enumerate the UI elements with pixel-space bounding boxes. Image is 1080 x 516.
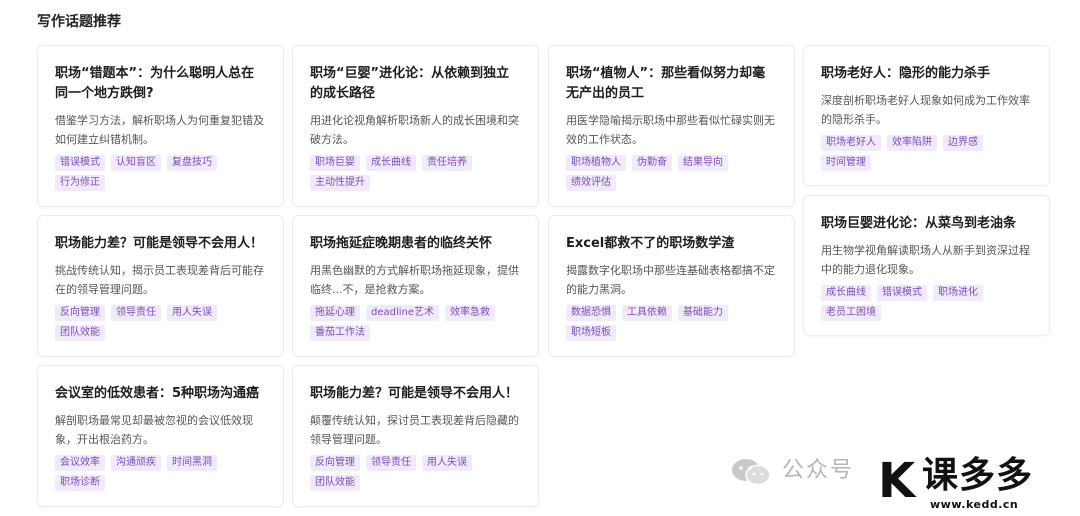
tag[interactable]: 反向管理: [310, 455, 360, 471]
tag[interactable]: 拖延心理: [310, 305, 360, 321]
card-title: 会议室的低效患者：5种职场沟通癌: [55, 386, 260, 401]
watermark-platform-text: 公众号: [782, 458, 855, 483]
tag-list: 职场老好人 效率陷阱 边界感 时间管理: [821, 135, 1033, 171]
topic-card[interactable]: 职场“错题本”：为什么聪明人总在同一个地方跌倒? 借鉴学习方法，解析职场人为何重…: [37, 45, 284, 207]
tag[interactable]: 效率急救: [445, 305, 496, 321]
tag[interactable]: 成长曲线: [821, 285, 871, 301]
tag[interactable]: 时间黑洞: [167, 455, 217, 471]
tag[interactable]: 职场进化: [933, 285, 983, 301]
tag[interactable]: 反向管理: [55, 305, 105, 321]
topic-card[interactable]: 职场“巨婴”进化论：从依赖到独立的成长路径 用进化论视角解析职场新人的成长困境和…: [292, 45, 539, 207]
topic-card[interactable]: 职场能力差？可能是领导不会用人！ 挑战传统认知，揭示员工表现差背后可能存在的领导…: [37, 215, 284, 357]
tag[interactable]: 主动性提升: [310, 175, 370, 191]
tag-list: 数据恐惧 工具依赖 基础能力 职场短板: [566, 305, 778, 341]
tag[interactable]: 伪勤奋: [632, 155, 672, 171]
tag[interactable]: 数据恐惧: [566, 305, 616, 321]
kedd-logo-mark: K: [878, 453, 916, 509]
topic-card[interactable]: 职场老好人：隐形的能力杀手 深度剖析职场老好人现象如何成为工作效率的隐形杀手。 …: [803, 45, 1050, 186]
tag-list: 成长曲线 错误模式 职场进化 老员工困境: [821, 285, 1033, 321]
card-description: 用黑色幽默的方式解析职场拖延现象，提供临终...不，是抢救方案。: [310, 264, 519, 296]
card-title: 职场“植物人”：那些看似努力却毫无产出的员工: [566, 66, 766, 101]
tag[interactable]: 会议效率: [55, 455, 105, 471]
tag[interactable]: 职场诊断: [55, 475, 105, 491]
tag[interactable]: 职场老好人: [821, 135, 881, 151]
tag[interactable]: 沟通顽疾: [111, 455, 161, 471]
card-description: 揭露数字化职场中那些连基础表格都搞不定的能力黑洞。: [566, 264, 775, 296]
tag[interactable]: 职场短板: [566, 325, 616, 341]
card-title: 职场巨婴进化论：从菜鸟到老油条: [821, 216, 1017, 231]
tag[interactable]: 用人失误: [167, 305, 217, 321]
tag[interactable]: 认知盲区: [111, 155, 161, 171]
tag-list: 反向管理 领导责任 用人失误 团队效能: [310, 455, 522, 491]
card-title: Excel都救不了的职场数学渣: [566, 236, 735, 251]
kedd-logo-text: 课多多: [922, 455, 1034, 496]
tag[interactable]: 边界感: [943, 135, 983, 151]
tag[interactable]: 工具依赖: [622, 305, 672, 321]
tag-list: 错误模式 认知盲区 复盘技巧 行为修正: [55, 155, 267, 191]
tag[interactable]: 职场植物人: [566, 155, 626, 171]
tag-list: 拖延心理 deadline艺术 效率急救 番茄工作法: [310, 305, 522, 341]
card-description: 挑战传统认知，揭示员工表现差背后可能存在的领导管理问题。: [55, 264, 264, 296]
card-title: 职场能力差？可能是领导不会用人！: [55, 236, 264, 251]
card-title: 职场老好人：隐形的能力杀手: [821, 66, 991, 81]
section-title: 写作话题推荐: [37, 14, 121, 30]
card-description: 解剖职场最常见却最被忽视的会议低效现象，开出根治药方。: [55, 414, 253, 446]
topic-card[interactable]: 职场巨婴进化论：从菜鸟到老油条 用生物学视角解读职场人从新手到资深过程中的能力退…: [803, 195, 1050, 336]
tag[interactable]: 领导责任: [366, 455, 416, 471]
tag[interactable]: 职场巨婴: [310, 155, 360, 171]
tag[interactable]: 错误模式: [877, 285, 927, 301]
tag-list: 职场植物人 伪勤奋 结果导向 绩效评估: [566, 155, 778, 191]
tag-list: 反向管理 领导责任 用人失误 团队效能: [55, 305, 267, 341]
tag[interactable]: 结果导向: [678, 155, 728, 171]
tag[interactable]: 用人失误: [422, 455, 472, 471]
tag[interactable]: 团队效能: [310, 475, 360, 491]
tag[interactable]: 基础能力: [678, 305, 728, 321]
topic-card[interactable]: 会议室的低效患者：5种职场沟通癌 解剖职场最常见却最被忽视的会议低效现象，开出根…: [37, 365, 284, 507]
card-description: 借鉴学习方法，解析职场人为何重复犯错及如何建立纠错机制。: [55, 114, 264, 146]
topic-card[interactable]: 职场拖延症晚期患者的临终关怀 用黑色幽默的方式解析职场拖延现象，提供临终...不…: [292, 215, 539, 357]
tag[interactable]: 效率陷阱: [887, 135, 937, 151]
tag[interactable]: 团队效能: [55, 325, 105, 341]
tag-list: 会议效率 沟通顽疾 时间黑洞 职场诊断: [55, 455, 267, 491]
card-title: 职场“错题本”：为什么聪明人总在同一个地方跌倒?: [55, 66, 255, 101]
tag[interactable]: 老员工困境: [821, 305, 881, 321]
card-title: 职场拖延症晚期患者的临终关怀: [310, 236, 493, 251]
watermark-url: www.kedd.cn: [930, 498, 1019, 511]
card-description: 深度剖析职场老好人现象如何成为工作效率的隐形杀手。: [821, 94, 1030, 126]
tag[interactable]: 复盘技巧: [167, 155, 217, 171]
topic-card[interactable]: Excel都救不了的职场数学渣 揭露数字化职场中那些连基础表格都搞不定的能力黑洞…: [548, 215, 795, 357]
card-description: 颠覆传统认知，探讨员工表现差背后隐藏的领导管理问题。: [310, 414, 519, 446]
tag[interactable]: 责任培养: [422, 155, 472, 171]
watermark: 公众号 K 课多多 www.kedd.cn: [730, 452, 1080, 516]
topic-card[interactable]: 职场能力差？可能是领导不会用人！ 颠覆传统认知，探讨员工表现差背后隐藏的领导管理…: [292, 365, 539, 507]
topic-card[interactable]: 职场“植物人”：那些看似努力却毫无产出的员工 用医学隐喻揭示职场中那些看似忙碌实…: [548, 45, 795, 207]
tag[interactable]: 领导责任: [111, 305, 161, 321]
wechat-icon: [732, 459, 771, 486]
tag[interactable]: 行为修正: [55, 175, 105, 191]
tag[interactable]: deadline艺术: [366, 305, 440, 321]
tag-list: 职场巨婴 成长曲线 责任培养 主动性提升: [310, 155, 522, 191]
card-description: 用进化论视角解析职场新人的成长困境和突破方法。: [310, 114, 519, 146]
card-description: 用医学隐喻揭示职场中那些看似忙碌实则无效的工作状态。: [566, 114, 775, 146]
tag[interactable]: 番茄工作法: [310, 325, 370, 341]
card-title: 职场“巨婴”进化论：从依赖到独立的成长路径: [310, 66, 510, 101]
card-description: 用生物学视角解读职场人从新手到资深过程中的能力退化现象。: [821, 244, 1030, 276]
tag[interactable]: 绩效评估: [566, 175, 616, 191]
tag[interactable]: 时间管理: [821, 155, 871, 171]
tag[interactable]: 错误模式: [55, 155, 105, 171]
tag[interactable]: 成长曲线: [366, 155, 416, 171]
card-title: 职场能力差？可能是领导不会用人！: [310, 386, 519, 401]
